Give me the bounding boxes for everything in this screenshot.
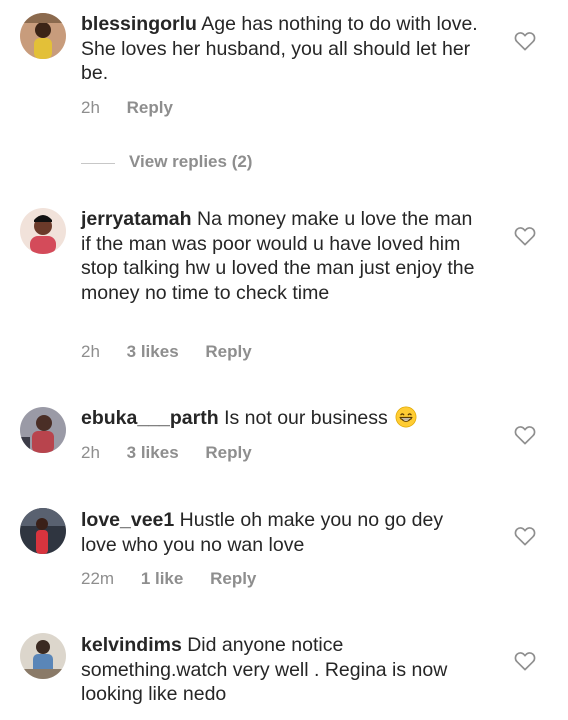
reply-button[interactable]: Reply (210, 569, 256, 588)
comment-username[interactable]: love_vee1 (81, 509, 174, 531)
comment-username[interactable]: blessingorlu (81, 13, 197, 35)
comment-time: 2h (81, 443, 100, 462)
avatar[interactable] (20, 208, 66, 254)
comment-username[interactable]: kelvindims (81, 634, 182, 656)
avatar[interactable] (20, 13, 66, 59)
likes-count[interactable]: 1 like (141, 569, 184, 588)
comment-username[interactable]: ebuka___parth (81, 407, 219, 429)
comment-time: 2h (81, 98, 100, 117)
view-replies-label: View replies (2) (129, 152, 253, 171)
comment-time: 22m (81, 569, 115, 588)
grinning-face-emoji (395, 406, 417, 428)
comment-time: 2h (81, 342, 100, 361)
likes-count[interactable]: 3 likes (127, 342, 179, 361)
like-heart-icon[interactable] (514, 651, 536, 671)
avatar[interactable] (20, 633, 66, 679)
reply-button[interactable]: Reply (127, 98, 173, 117)
avatar[interactable] (20, 508, 66, 554)
reply-button[interactable]: Reply (205, 342, 251, 361)
like-heart-icon[interactable] (514, 226, 536, 246)
avatar[interactable] (20, 407, 66, 453)
comment-username[interactable]: jerryatamah (81, 208, 192, 230)
likes-count[interactable]: 3 likes (127, 443, 179, 462)
like-heart-icon[interactable] (514, 425, 536, 445)
comment-text: Is not our business (224, 407, 388, 429)
divider-line (81, 163, 115, 164)
like-heart-icon[interactable] (514, 31, 536, 51)
like-heart-icon[interactable] (514, 526, 536, 546)
reply-button[interactable]: Reply (205, 443, 251, 462)
